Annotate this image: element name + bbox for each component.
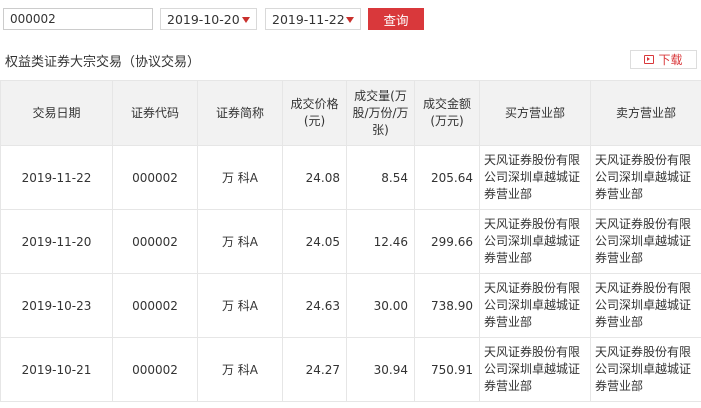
cell-buyer: 天风证券股份有限公司深圳卓越城证券营业部 <box>479 145 591 210</box>
cell-date: 2019-11-20 <box>0 209 113 274</box>
table-row: 2019-10-23 000002 万 科A 24.63 30.00 738.9… <box>0 273 701 338</box>
header-buyer: 买方营业部 <box>479 80 591 146</box>
download-icon <box>644 55 655 64</box>
header-name: 证券简称 <box>197 80 283 146</box>
cell-seller: 天风证券股份有限公司深圳卓越城证券营业部 <box>590 145 701 210</box>
cell-code: 000002 <box>112 273 198 338</box>
table-row: 2019-11-20 000002 万 科A 24.05 12.46 299.6… <box>0 209 701 274</box>
download-label: 下载 <box>658 53 683 67</box>
cell-amount: 205.64 <box>414 145 480 210</box>
download-button[interactable]: 下载 <box>630 50 697 69</box>
cell-seller: 天风证券股份有限公司深圳卓越城证券营业部 <box>590 273 701 338</box>
start-date-select[interactable]: 2019-10-20 <box>160 8 257 30</box>
cell-date: 2019-11-22 <box>0 145 113 210</box>
cell-seller: 天风证券股份有限公司深圳卓越城证券营业部 <box>590 337 701 402</box>
filter-bar: 2019-10-20 2019-11-22 查询 <box>0 0 701 40</box>
header-price: 成交价格(元) <box>282 80 347 146</box>
table-row: 2019-11-22 000002 万 科A 24.08 8.54 205.64… <box>0 145 701 210</box>
header-seller: 卖方营业部 <box>590 80 701 146</box>
cell-date: 2019-10-21 <box>0 337 113 402</box>
cell-code: 000002 <box>112 145 198 210</box>
cell-name: 万 科A <box>197 273 283 338</box>
cell-buyer: 天风证券股份有限公司深圳卓越城证券营业部 <box>479 337 591 402</box>
cell-buyer: 天风证券股份有限公司深圳卓越城证券营业部 <box>479 273 591 338</box>
start-date-value: 2019-10-20 <box>167 11 240 27</box>
cell-price: 24.27 <box>282 337 347 402</box>
security-code-input[interactable] <box>3 8 153 30</box>
cell-price: 24.63 <box>282 273 347 338</box>
query-button[interactable]: 查询 <box>368 8 424 30</box>
cell-amount: 750.91 <box>414 337 480 402</box>
header-date: 交易日期 <box>0 80 113 146</box>
cell-buyer: 天风证券股份有限公司深圳卓越城证券营业部 <box>479 209 591 274</box>
end-date-value: 2019-11-22 <box>272 11 345 27</box>
caret-down-icon <box>242 17 250 23</box>
cell-code: 000002 <box>112 209 198 274</box>
cell-code: 000002 <box>112 337 198 402</box>
section-title: 权益类证券大宗交易（协议交易） <box>5 55 201 70</box>
header-code: 证券代码 <box>112 80 198 146</box>
cell-amount: 738.90 <box>414 273 480 338</box>
cell-volume: 12.46 <box>346 209 415 274</box>
header-volume: 成交量(万股/万份/万张) <box>346 80 415 146</box>
cell-volume: 30.94 <box>346 337 415 402</box>
cell-volume: 30.00 <box>346 273 415 338</box>
cell-name: 万 科A <box>197 145 283 210</box>
header-amount: 成交金额(万元) <box>414 80 480 146</box>
table-row: 2019-10-21 000002 万 科A 24.27 30.94 750.9… <box>0 337 701 402</box>
cell-volume: 8.54 <box>346 145 415 210</box>
cell-date: 2019-10-23 <box>0 273 113 338</box>
cell-price: 24.08 <box>282 145 347 210</box>
cell-amount: 299.66 <box>414 209 480 274</box>
end-date-select[interactable]: 2019-11-22 <box>265 8 361 30</box>
cell-name: 万 科A <box>197 209 283 274</box>
caret-down-icon <box>346 17 354 23</box>
table-header-row: 交易日期 证券代码 证券简称 成交价格(元) 成交量(万股/万份/万张) 成交金… <box>0 80 701 146</box>
cell-name: 万 科A <box>197 337 283 402</box>
cell-price: 24.05 <box>282 209 347 274</box>
block-trade-table: 交易日期 证券代码 证券简称 成交价格(元) 成交量(万股/万份/万张) 成交金… <box>0 80 701 402</box>
cell-seller: 天风证券股份有限公司深圳卓越城证券营业部 <box>590 209 701 274</box>
